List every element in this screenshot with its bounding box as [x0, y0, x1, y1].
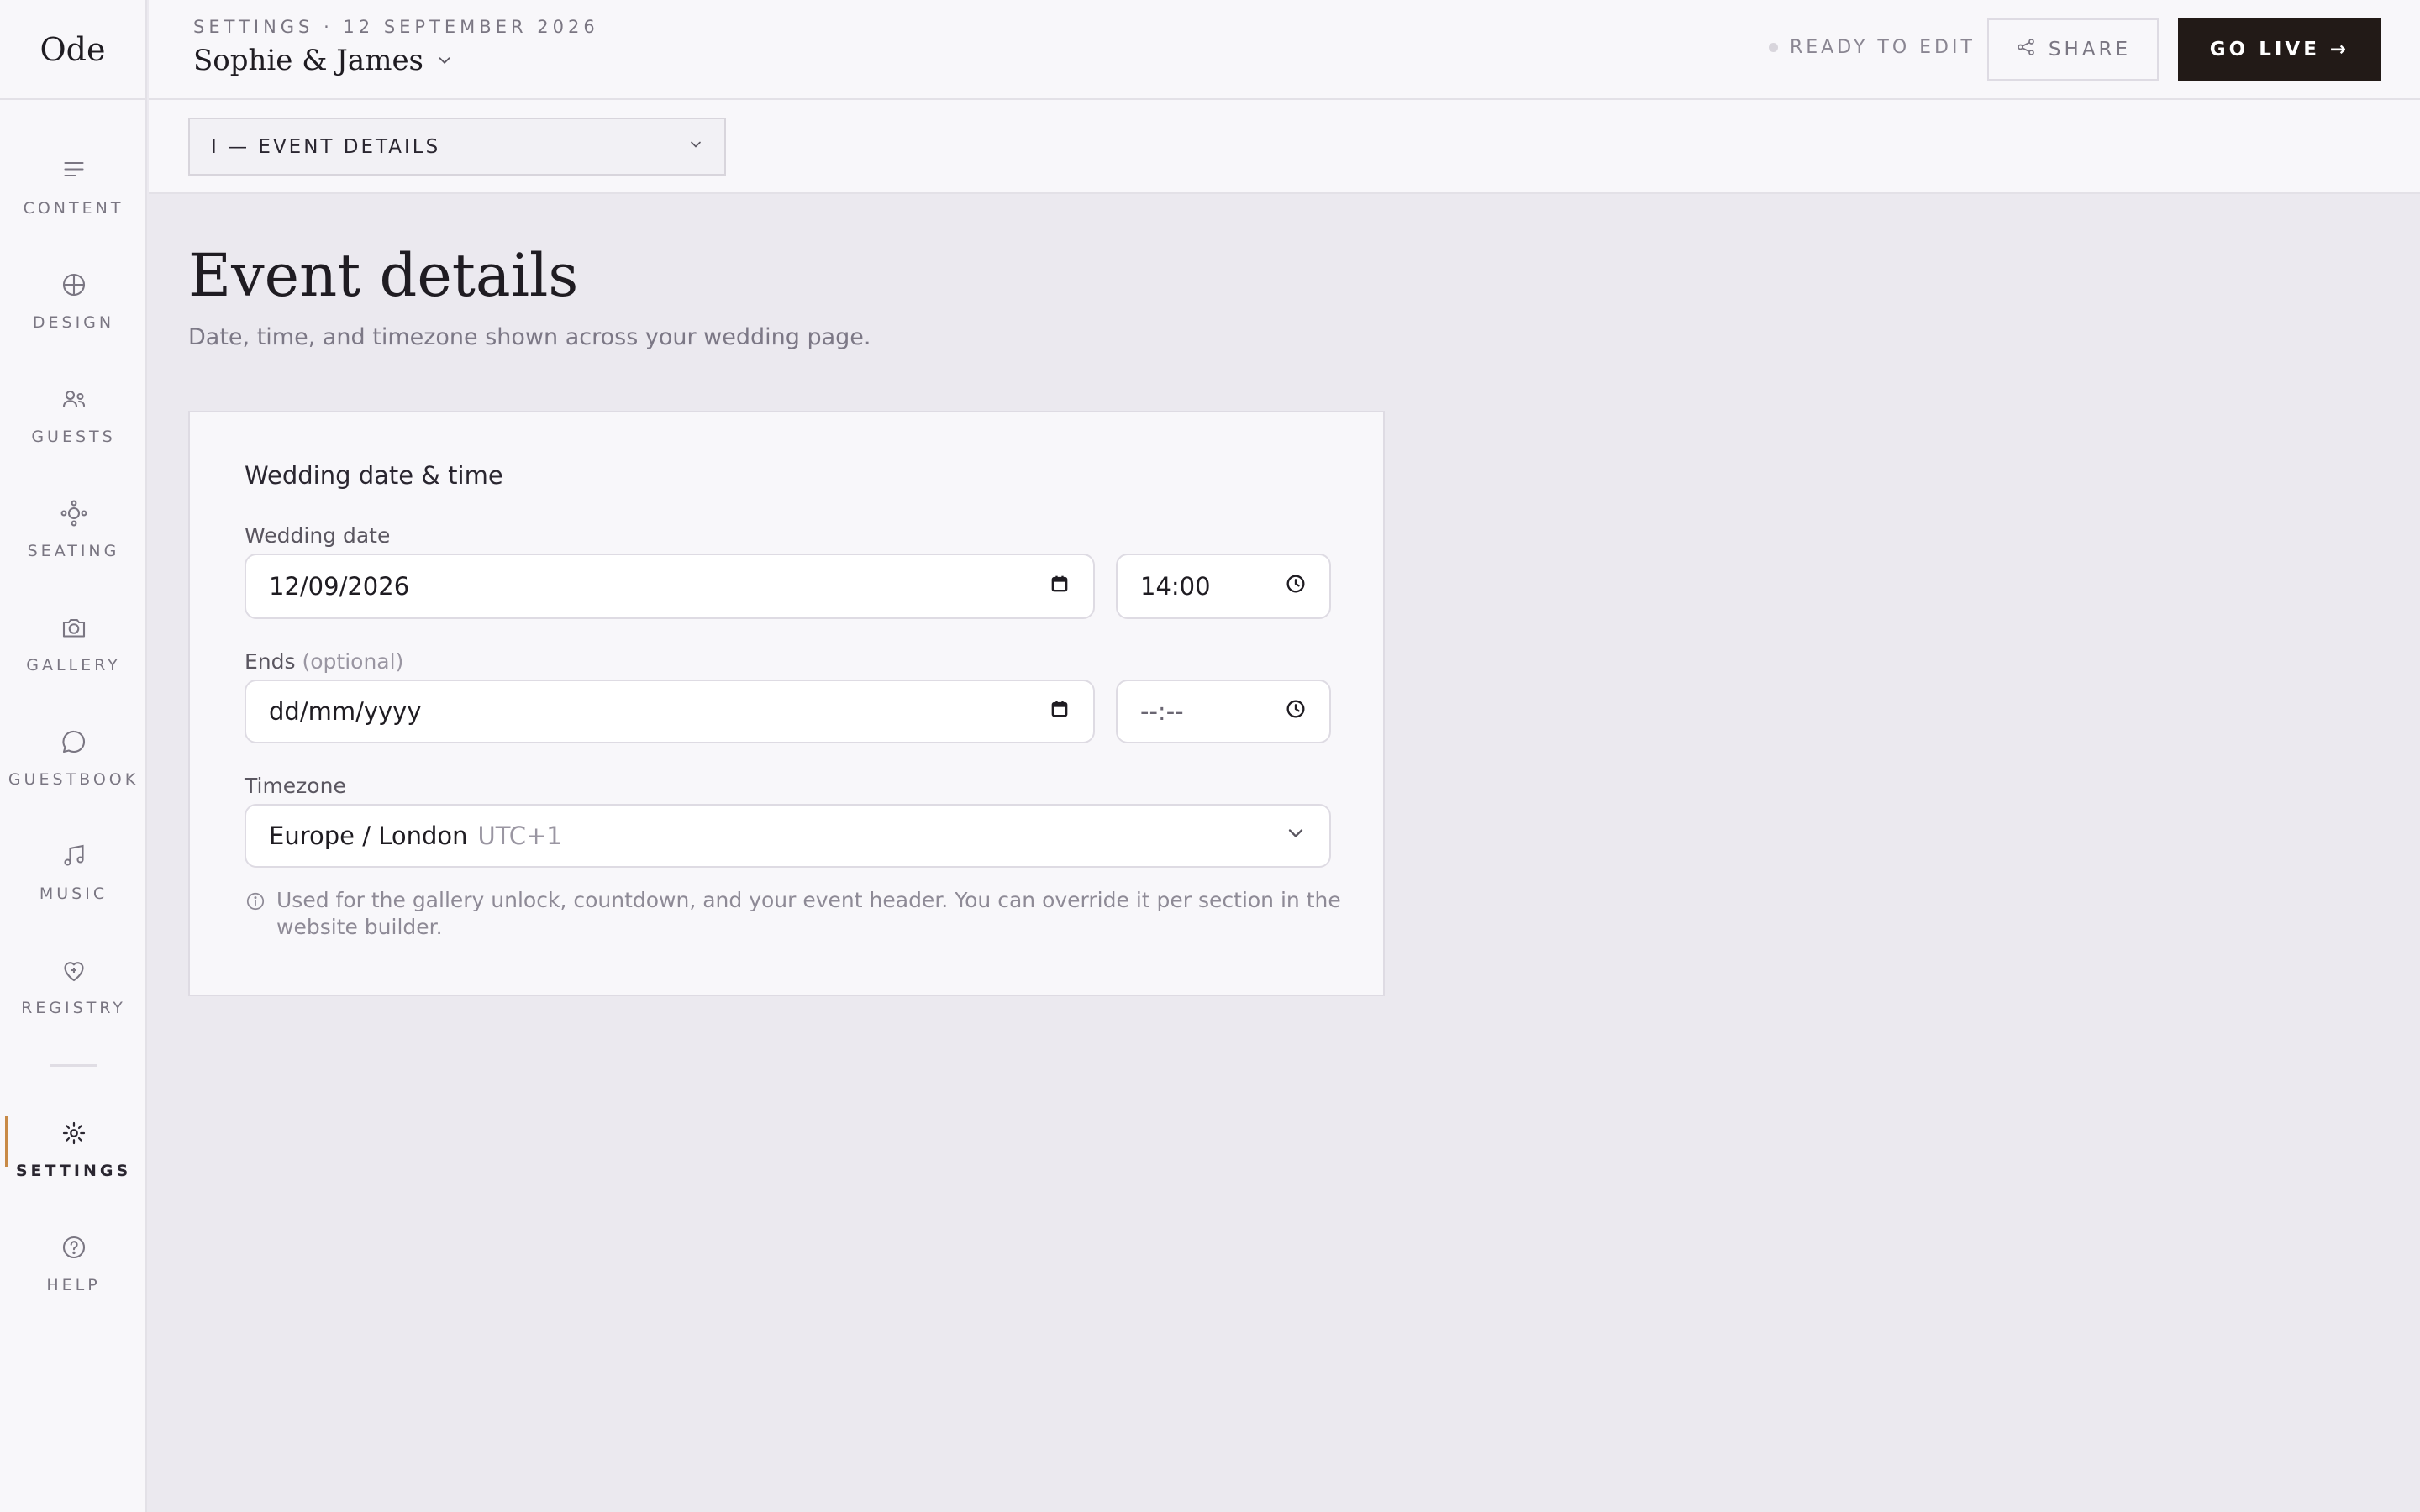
sidebar-divider — [50, 1064, 97, 1067]
timezone-offset: UTC+1 — [477, 822, 562, 850]
sidebar-item-label: GUESTS — [31, 428, 116, 446]
breadcrumb: SETTINGS · 12 SEPTEMBER 2026 — [193, 17, 599, 37]
chevron-down-icon — [1284, 822, 1307, 851]
sidebar-item-guests[interactable]: GUESTS — [0, 382, 147, 475]
section-dropdown[interactable]: I — EVENT DETAILS — [188, 118, 726, 176]
calendar-icon[interactable] — [1048, 697, 1071, 727]
camera-icon — [57, 611, 91, 644]
sidebar-item-label: SEATING — [27, 542, 120, 560]
wedding-time-input[interactable]: 14:00 — [1116, 554, 1331, 619]
ends-time-input[interactable]: --:-- — [1116, 680, 1331, 743]
sidebar-item-label: MUSIC — [39, 885, 108, 903]
sidebar-item-registry[interactable]: REGISTRY — [0, 953, 147, 1046]
music-note-icon — [57, 839, 91, 873]
active-indicator — [5, 1116, 8, 1167]
wedding-time-value: 14:00 — [1140, 572, 1211, 601]
help-circle-icon — [57, 1231, 91, 1264]
ends-date-placeholder: dd/mm/yyyy — [269, 697, 422, 726]
status-dot — [1769, 43, 1778, 52]
compass-icon — [57, 268, 91, 302]
page-subtitle: Date, time, and timezone shown across yo… — [188, 324, 871, 350]
gear-icon — [57, 1116, 91, 1150]
section-dropdown-value: I — EVENT DETAILS — [211, 135, 441, 158]
section-bar: I — EVENT DETAILS — [149, 100, 2420, 194]
clock-icon[interactable] — [1284, 697, 1307, 727]
lines-icon — [57, 154, 91, 187]
sidebar-item-design[interactable]: DESIGN — [0, 268, 147, 360]
wedding-date-label: Wedding date — [245, 523, 391, 548]
calendar-icon[interactable] — [1048, 572, 1071, 601]
sidebar-item-label: HELP — [46, 1276, 101, 1294]
top-header: SETTINGS · 12 SEPTEMBER 2026 Sophie & Ja… — [149, 0, 2420, 100]
wedding-date-card: Wedding date & time Wedding date 12/09/2… — [188, 411, 1385, 996]
sidebar-item-label: GUESTBOOK — [8, 770, 139, 789]
page-title: Event details — [188, 241, 579, 310]
ends-optional-text: (optional) — [302, 649, 404, 674]
couple-name: Sophie & James — [193, 44, 424, 77]
go-live-button[interactable]: GO LIVE → — [2178, 18, 2381, 81]
sidebar-item-seating[interactable]: SEATING — [0, 496, 147, 589]
sidebar-item-gallery[interactable]: GALLERY — [0, 611, 147, 703]
timezone-value: Europe / London UTC+1 — [269, 822, 562, 850]
sidebar-item-label: REGISTRY — [21, 999, 126, 1017]
sidebar-item-label: SETTINGS — [15, 1162, 132, 1180]
sidebar-item-guestbook[interactable]: GUESTBOOK — [0, 725, 147, 817]
ends-label: Ends (optional) — [245, 649, 403, 674]
sidebar-item-label: DESIGN — [32, 313, 115, 332]
timezone-hint: Used for the gallery unlock, countdown, … — [245, 887, 1354, 941]
sidebar-item-help[interactable]: HELP — [0, 1231, 147, 1323]
status-text: READY TO EDIT — [1790, 37, 1975, 58]
go-live-label: GO LIVE → — [2209, 39, 2350, 60]
chat-bubble-icon — [57, 725, 91, 759]
card-title: Wedding date & time — [245, 461, 503, 490]
status-indicator: READY TO EDIT — [1769, 37, 1975, 58]
share-icon — [2015, 36, 2037, 63]
timezone-select[interactable]: Europe / London UTC+1 — [245, 804, 1331, 868]
ends-date-input[interactable]: dd/mm/yyyy — [245, 680, 1095, 743]
share-label: SHARE — [2048, 39, 2132, 60]
chevron-down-icon — [435, 44, 454, 77]
couple-switcher[interactable]: Sophie & James — [193, 44, 454, 77]
ends-label-text: Ends — [245, 649, 296, 674]
sidebar-item-content[interactable]: CONTENT — [0, 154, 147, 246]
sidebar: Ode CONTENT DESIGN GUESTS SEATING GALLER… — [0, 0, 147, 1512]
hint-text: Used for the gallery unlock, countdown, … — [276, 888, 1341, 939]
wedding-date-input[interactable]: 12/09/2026 — [245, 554, 1095, 619]
sidebar-item-settings[interactable]: SETTINGS — [0, 1116, 147, 1209]
seating-icon — [57, 496, 91, 530]
users-icon — [57, 382, 91, 416]
timezone-name: Europe / London — [269, 822, 468, 850]
app-logo[interactable]: Ode — [0, 0, 145, 100]
heart-plus-icon — [57, 953, 91, 987]
sidebar-item-label: GALLERY — [26, 656, 121, 675]
timezone-label: Timezone — [245, 774, 346, 798]
ends-time-placeholder: --:-- — [1140, 697, 1184, 726]
share-button[interactable]: SHARE — [1987, 18, 2159, 81]
sidebar-item-label: CONTENT — [23, 199, 124, 218]
sidebar-item-music[interactable]: MUSIC — [0, 839, 147, 932]
wedding-date-value: 12/09/2026 — [269, 572, 410, 601]
chevron-down-icon — [687, 136, 704, 158]
clock-icon[interactable] — [1284, 572, 1307, 601]
info-icon — [245, 887, 266, 941]
